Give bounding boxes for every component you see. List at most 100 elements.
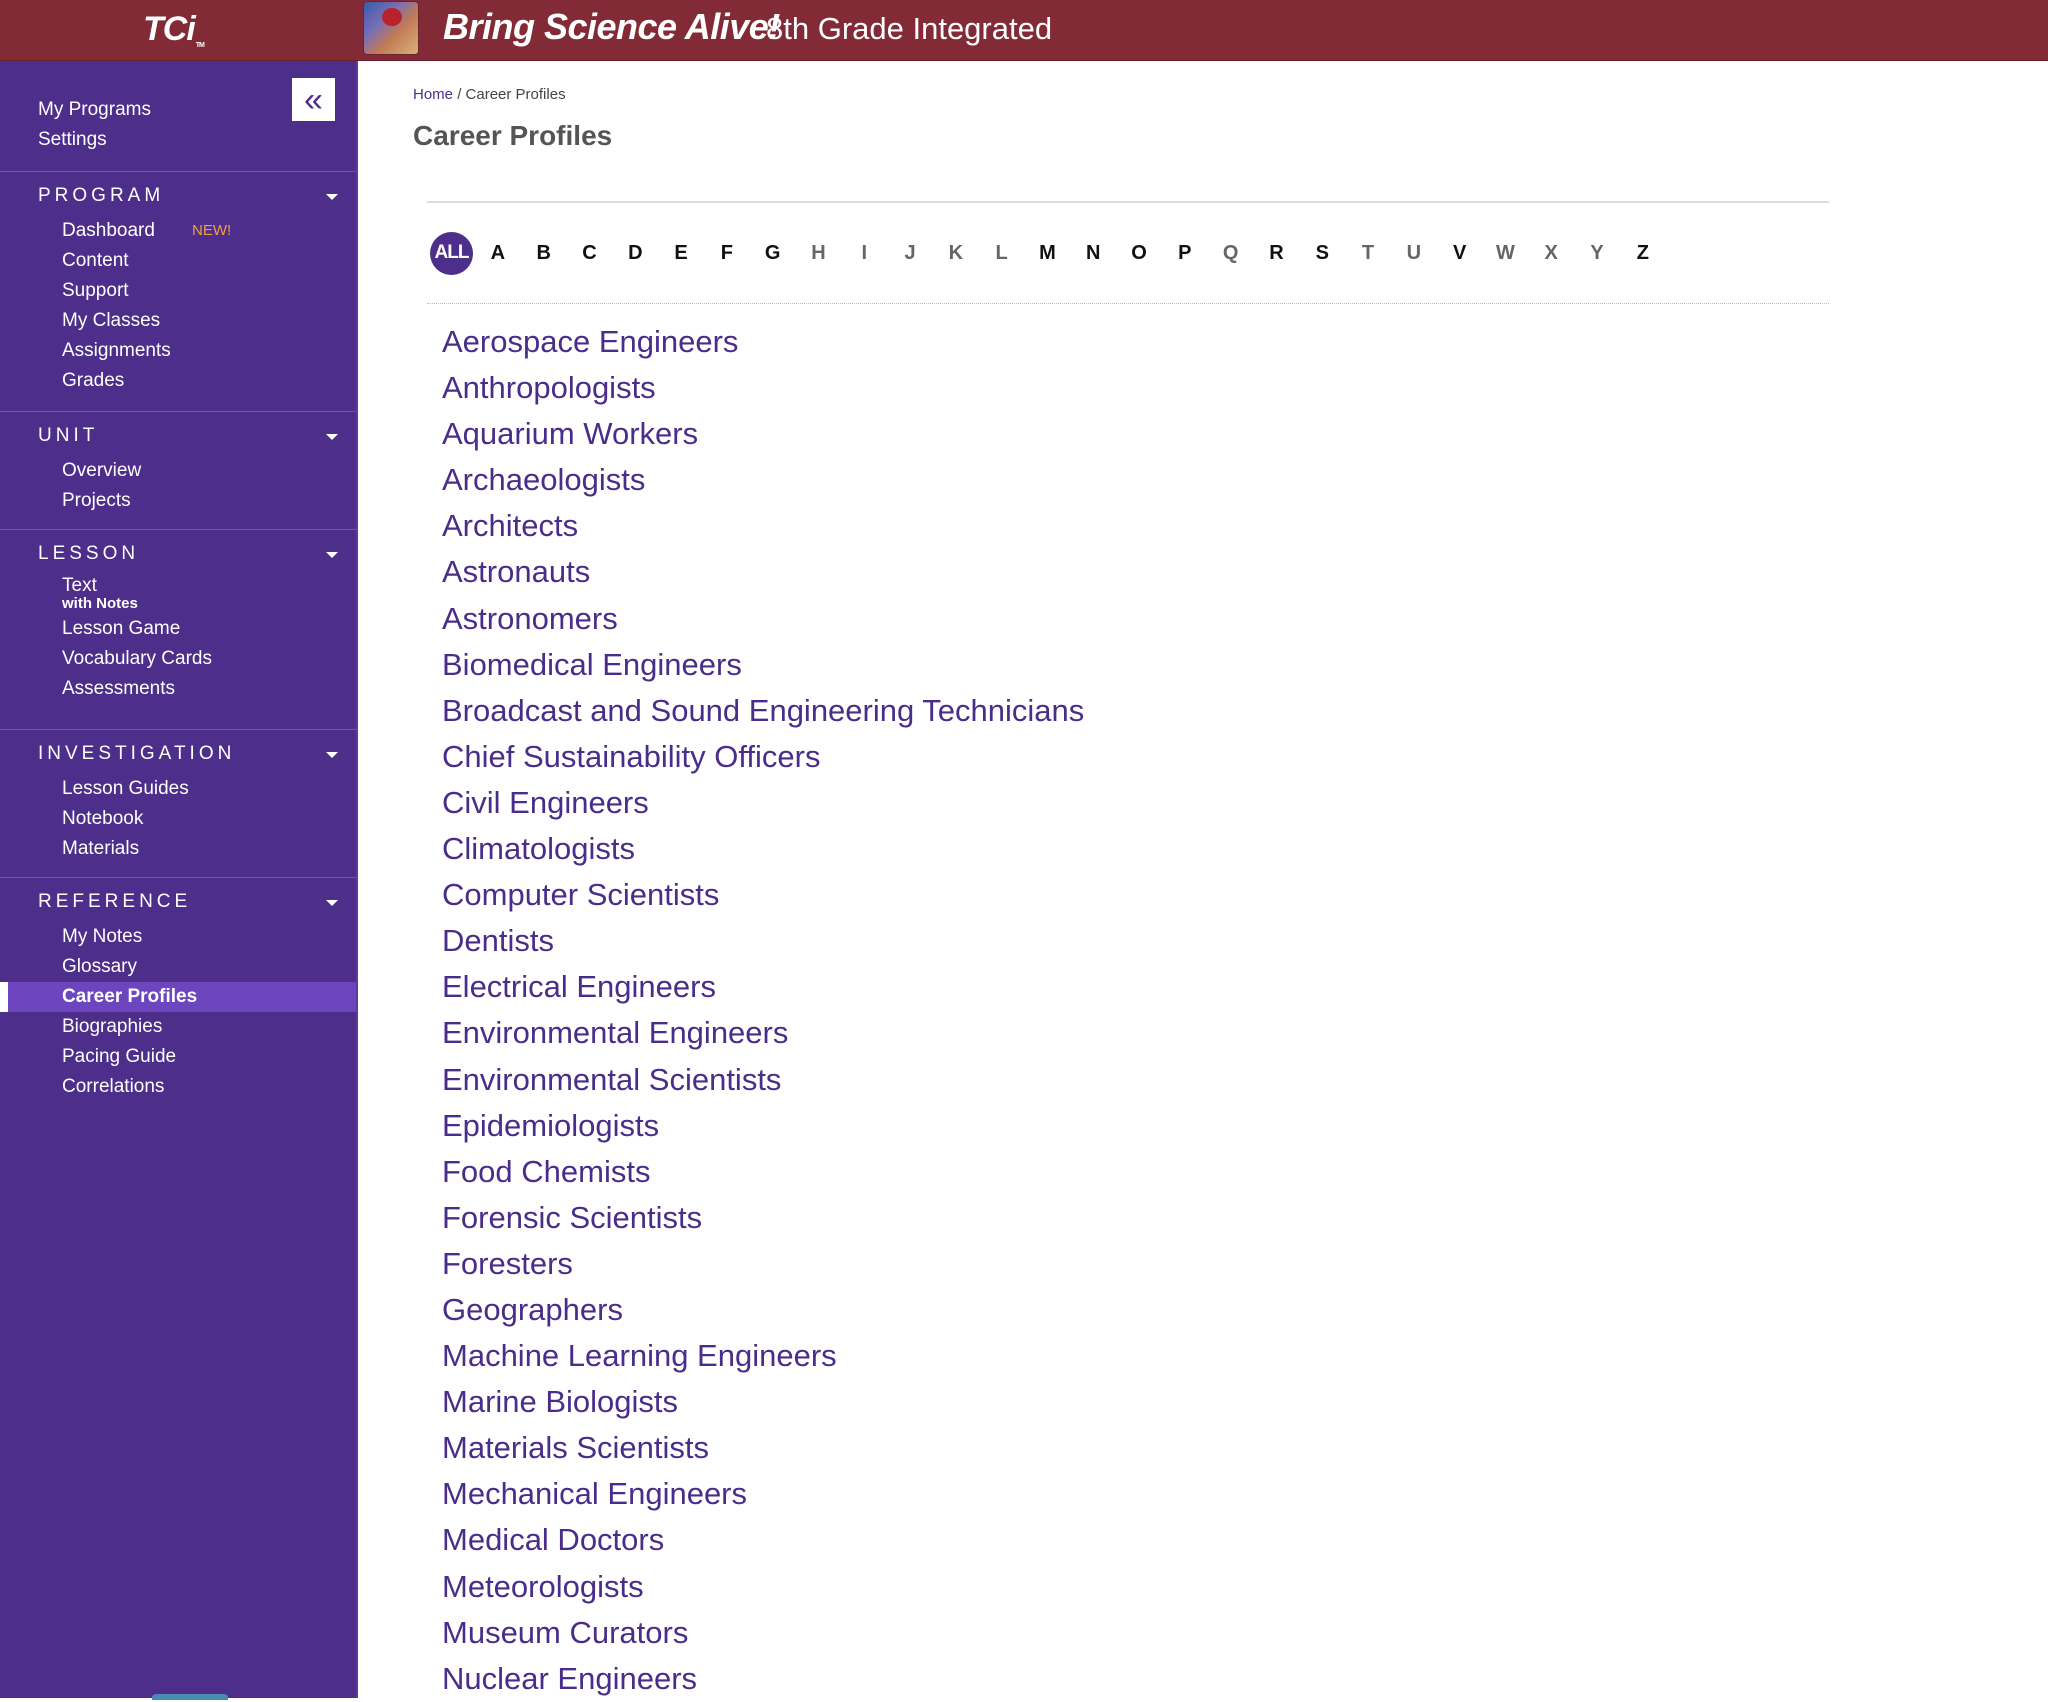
filter-letter-h: H xyxy=(811,241,826,264)
filter-letter-p[interactable]: P xyxy=(1162,242,1208,265)
career-link[interactable]: Epidemiologists xyxy=(442,1103,1084,1149)
sidebar-item-lesson-game[interactable]: Lesson Game xyxy=(0,614,356,644)
filter-letter-a[interactable]: A xyxy=(475,242,521,265)
section-heading[interactable]: INVESTIGATION xyxy=(38,743,235,765)
tci-logo[interactable]: TCiTM xyxy=(143,10,205,49)
filter-letter-n[interactable]: N xyxy=(1070,242,1116,265)
career-link[interactable]: Electrical Engineers xyxy=(442,964,1084,1010)
sidebar-link-settings[interactable]: Settings xyxy=(38,125,151,155)
caret-down-icon[interactable] xyxy=(326,434,338,440)
filter-letter-m[interactable]: M xyxy=(1025,242,1071,265)
filter-letter-i: I xyxy=(861,241,868,264)
sidebar-top-links: My Programs Settings xyxy=(38,95,151,155)
career-link[interactable]: Computer Scientists xyxy=(442,872,1084,918)
career-link[interactable]: Climatologists xyxy=(442,826,1084,872)
collapse-sidebar-button[interactable]: « xyxy=(292,78,335,121)
sidebar: « My Programs Settings PROGRAM Dashboard… xyxy=(0,61,358,1698)
career-link[interactable]: Broadcast and Sound Engineering Technici… xyxy=(442,688,1084,734)
career-link[interactable]: Environmental Scientists xyxy=(442,1057,1084,1103)
career-link[interactable]: Astronauts xyxy=(442,549,1084,595)
filter-letter-y: Y xyxy=(1590,241,1604,264)
career-link[interactable]: Museum Curators xyxy=(442,1610,1084,1656)
career-link[interactable]: Astronomers xyxy=(442,596,1084,642)
sidebar-section-unit: UNIT Overview Projects xyxy=(0,411,356,530)
filter-letter-f[interactable]: F xyxy=(704,242,750,265)
sidebar-item-glossary[interactable]: Glossary xyxy=(0,952,356,982)
sidebar-item-support[interactable]: Support xyxy=(0,276,356,306)
career-link[interactable]: Architects xyxy=(442,503,1084,549)
sidebar-section-investigation: INVESTIGATION Lesson Guides Notebook Mat… xyxy=(0,729,356,878)
career-link[interactable]: Biomedical Engineers xyxy=(442,642,1084,688)
career-link[interactable]: Forensic Scientists xyxy=(442,1195,1084,1241)
page-title: Career Profiles xyxy=(413,120,613,151)
filter-letter-q: Q xyxy=(1222,241,1239,264)
filter-letter-g[interactable]: G xyxy=(750,242,796,265)
feedback-tab[interactable] xyxy=(152,1694,228,1700)
sidebar-item-correlations[interactable]: Correlations xyxy=(0,1072,356,1102)
career-link[interactable]: Civil Engineers xyxy=(442,780,1084,826)
career-link[interactable]: Machine Learning Engineers xyxy=(442,1333,1084,1379)
section-heading[interactable]: UNIT xyxy=(38,425,98,447)
filter-letter-v[interactable]: V xyxy=(1437,242,1483,265)
filter-letter-c[interactable]: C xyxy=(567,242,613,265)
career-list: Aerospace Engineers Anthropologists Aquari… xyxy=(442,319,1084,1702)
sidebar-item-vocabulary-cards[interactable]: Vocabulary Cards xyxy=(0,644,356,674)
career-link[interactable]: Chief Sustainability Officers xyxy=(442,734,1084,780)
sidebar-item-materials[interactable]: Materials xyxy=(0,834,356,864)
item-label: Text xyxy=(62,575,97,596)
career-link[interactable]: Environmental Engineers xyxy=(442,1010,1084,1056)
sidebar-item-biographies[interactable]: Biographies xyxy=(0,1012,356,1042)
filter-letter-w: W xyxy=(1495,241,1515,264)
career-link[interactable]: Aerospace Engineers xyxy=(442,319,1084,365)
career-link[interactable]: Foresters xyxy=(442,1241,1084,1287)
sidebar-item-notebook[interactable]: Notebook xyxy=(0,804,356,834)
logo-text: TCi xyxy=(143,10,196,48)
filter-all-button[interactable]: ALL xyxy=(430,231,473,275)
career-link[interactable]: Materials Scientists xyxy=(442,1425,1084,1471)
item-sublabel: with Notes xyxy=(62,595,138,612)
career-link[interactable]: Medical Doctors xyxy=(442,1517,1084,1563)
filter-letter-s[interactable]: S xyxy=(1299,242,1345,265)
section-heading[interactable]: PROGRAM xyxy=(38,185,164,207)
career-link[interactable]: Nuclear Engineers xyxy=(442,1656,1084,1702)
sidebar-item-pacing-guide[interactable]: Pacing Guide xyxy=(0,1042,356,1072)
career-link[interactable]: Marine Biologists xyxy=(442,1379,1084,1425)
sidebar-item-assessments[interactable]: Assessments xyxy=(0,674,356,704)
sidebar-item-overview[interactable]: Overview xyxy=(0,456,356,486)
breadcrumb-separator: / xyxy=(457,86,462,103)
section-heading[interactable]: REFERENCE xyxy=(38,891,191,913)
sidebar-item-career-profiles[interactable]: Career Profiles xyxy=(0,982,356,1012)
filter-letter-e[interactable]: E xyxy=(658,242,704,265)
career-link[interactable]: Geographers xyxy=(442,1287,1084,1333)
caret-down-icon[interactable] xyxy=(326,194,338,200)
career-link[interactable]: Food Chemists xyxy=(442,1149,1084,1195)
sidebar-link-my-programs[interactable]: My Programs xyxy=(38,95,151,125)
caret-down-icon[interactable] xyxy=(326,900,338,906)
sidebar-item-dashboard[interactable]: Dashboard NEW! xyxy=(0,216,356,246)
breadcrumb-home-link[interactable]: Home xyxy=(413,86,453,103)
career-link[interactable]: Aquarium Workers xyxy=(442,411,1084,457)
filter-letter-r[interactable]: R xyxy=(1254,242,1300,265)
career-link[interactable]: Dentists xyxy=(442,918,1084,964)
filter-letter-b[interactable]: B xyxy=(521,242,567,265)
sidebar-item-my-notes[interactable]: My Notes xyxy=(0,922,356,952)
sidebar-item-content[interactable]: Content xyxy=(0,246,356,276)
filter-letter-z[interactable]: Z xyxy=(1620,242,1666,265)
caret-down-icon[interactable] xyxy=(326,552,338,558)
career-link[interactable]: Anthropologists xyxy=(442,365,1084,411)
sidebar-item-my-classes[interactable]: My Classes xyxy=(0,306,356,336)
double-chevron-left-icon: « xyxy=(304,80,323,119)
sidebar-item-text-with-notes[interactable]: Text with Notes xyxy=(0,574,356,614)
breadcrumb-current: Career Profiles xyxy=(465,86,566,103)
sidebar-item-grades[interactable]: Grades xyxy=(0,366,356,396)
filter-letter-d[interactable]: D xyxy=(612,242,658,265)
career-link[interactable]: Meteorologists xyxy=(442,1564,1084,1610)
sidebar-item-projects[interactable]: Projects xyxy=(0,486,356,516)
career-link[interactable]: Archaeologists xyxy=(442,457,1084,503)
section-heading[interactable]: LESSON xyxy=(38,543,139,565)
sidebar-item-lesson-guides[interactable]: Lesson Guides xyxy=(0,774,356,804)
filter-letter-o[interactable]: O xyxy=(1116,242,1162,265)
caret-down-icon[interactable] xyxy=(326,752,338,758)
career-link[interactable]: Mechanical Engineers xyxy=(442,1471,1084,1517)
sidebar-item-assignments[interactable]: Assignments xyxy=(0,336,356,366)
